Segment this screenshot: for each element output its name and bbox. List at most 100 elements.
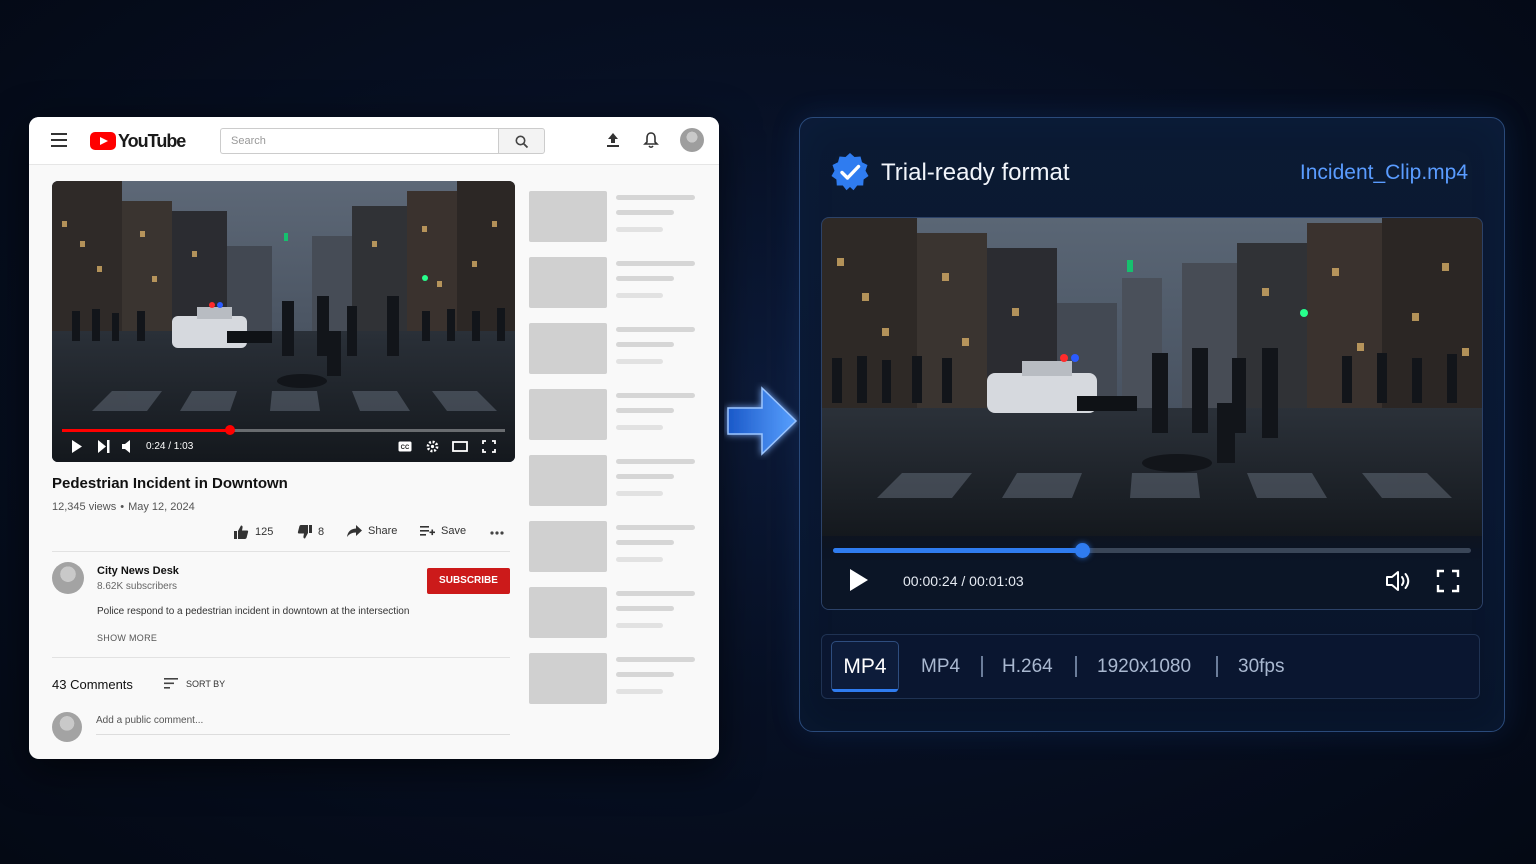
related-video-item[interactable] [529, 323, 699, 375]
export-player-controls: 00:00:24 / 00:01:03 [822, 536, 1482, 609]
related-text-placeholder [616, 227, 663, 232]
export-progress-handle[interactable] [1074, 543, 1090, 558]
verified-check-icon [831, 153, 869, 191]
theater-mode-icon[interactable] [452, 441, 468, 452]
channel-avatar[interactable] [52, 562, 84, 594]
format-framerate: 30fps [1238, 656, 1285, 677]
export-progress-fill [833, 548, 1082, 553]
related-text-placeholder [616, 327, 695, 332]
video-title: Pedestrian Incident in Downtown [52, 475, 288, 492]
sort-by-button[interactable]: SORT BY [164, 678, 225, 689]
format-separator [981, 656, 983, 677]
sort-icon [164, 678, 178, 689]
upload-date: May 12, 2024 [128, 501, 195, 513]
related-video-item[interactable] [529, 521, 699, 573]
fullscreen-icon[interactable] [1436, 569, 1460, 593]
like-count: 125 [255, 526, 274, 538]
dislike-button[interactable]: 8 [297, 525, 324, 539]
related-text-placeholder [616, 606, 674, 611]
related-thumbnail-placeholder [529, 191, 607, 242]
street-scene-frame [822, 218, 1482, 548]
next-icon[interactable] [98, 440, 110, 453]
thumbs-up-icon [234, 525, 249, 539]
related-text-placeholder [616, 672, 674, 677]
related-text-placeholder [616, 195, 695, 200]
related-text-placeholder [616, 261, 695, 266]
related-video-item[interactable] [529, 389, 699, 441]
related-thumbnail-placeholder [529, 521, 607, 572]
related-text-placeholder [616, 474, 674, 479]
related-text-placeholder [616, 276, 674, 281]
sort-by-label: SORT BY [186, 678, 226, 689]
hamburger-menu-icon[interactable] [51, 133, 67, 147]
related-text-placeholder [616, 342, 674, 347]
subscriber-count: 8.62K subscribers [97, 581, 178, 592]
settings-gear-icon[interactable] [426, 440, 439, 453]
export-video-frame [822, 218, 1482, 548]
show-more-link[interactable]: SHOW MORE [97, 633, 157, 643]
search-icon [515, 135, 529, 149]
format-selected-tab[interactable]: MP4 [831, 641, 899, 692]
related-thumbnail-placeholder [529, 587, 607, 638]
video-description: Police respond to a pedestrian incident … [97, 606, 410, 617]
volume-icon[interactable] [122, 440, 134, 453]
youtube-logo[interactable]: YouTube [90, 130, 186, 151]
share-button[interactable]: Share [347, 525, 397, 537]
like-button[interactable]: 125 [234, 525, 273, 539]
export-video-player[interactable]: 00:00:24 / 00:01:03 [821, 217, 1483, 610]
related-text-placeholder [616, 491, 663, 496]
related-video-item[interactable] [529, 191, 699, 243]
related-text-placeholder [616, 359, 663, 364]
related-video-item[interactable] [529, 653, 699, 705]
related-text-placeholder [616, 293, 663, 298]
upload-icon[interactable] [606, 132, 620, 148]
format-container: MP4 [921, 656, 961, 677]
subscribe-button[interactable]: SUBSCRIBE [427, 568, 510, 594]
volume-icon[interactable] [1385, 569, 1413, 593]
save-button[interactable]: Save [420, 525, 466, 537]
channel-name[interactable]: City News Desk [97, 565, 179, 577]
captions-icon[interactable]: CC [398, 441, 412, 452]
related-text-placeholder [616, 540, 674, 545]
more-options-icon[interactable] [490, 531, 504, 535]
search-input[interactable]: Search [220, 128, 499, 154]
related-thumbnail-placeholder [529, 389, 607, 440]
divider [52, 551, 510, 552]
logo-text: YouTube [118, 130, 186, 151]
svg-text:CC: CC [401, 445, 410, 451]
related-text-placeholder [616, 657, 695, 662]
notification-bell-icon[interactable] [643, 131, 659, 149]
search-button[interactable] [498, 128, 545, 154]
user-avatar[interactable] [680, 128, 704, 152]
play-icon[interactable] [71, 440, 83, 453]
youtube-time-display: 0:24 / 1:03 [146, 441, 194, 452]
youtube-video-player[interactable]: 0:24 / 1:03 CC [52, 181, 515, 462]
format-separator [1216, 656, 1218, 677]
export-progress-bar[interactable] [833, 543, 1471, 558]
related-video-item[interactable] [529, 257, 699, 309]
play-icon[interactable] [849, 568, 869, 592]
comment-input[interactable]: Add a public comment... [96, 713, 510, 735]
related-thumbnail-placeholder [529, 653, 607, 704]
share-label: Share [368, 525, 398, 537]
file-name: Incident_Clip.mp4 [1299, 161, 1468, 184]
format-codec: H.264 [1002, 656, 1053, 677]
panel-title: Trial-ready format [881, 159, 1070, 186]
related-text-placeholder [616, 425, 663, 430]
export-time-display: 00:00:24 / 00:01:03 [903, 573, 1024, 589]
related-text-placeholder [616, 459, 695, 464]
related-thumbnail-placeholder [529, 455, 607, 506]
video-meta: 12,345 views • May 12, 2024 [52, 501, 195, 513]
dislike-count: 8 [318, 526, 325, 538]
related-video-item[interactable] [529, 455, 699, 507]
format-resolution: 1920x1080 [1097, 656, 1192, 677]
related-video-item[interactable] [529, 587, 699, 639]
divider [52, 657, 510, 658]
fullscreen-icon[interactable] [482, 440, 496, 453]
related-text-placeholder [616, 623, 663, 628]
thumbs-down-icon [297, 525, 312, 539]
format-separator [1075, 656, 1077, 677]
related-text-placeholder [616, 557, 663, 562]
youtube-progress-bar[interactable] [62, 425, 505, 435]
related-text-placeholder [616, 591, 695, 596]
